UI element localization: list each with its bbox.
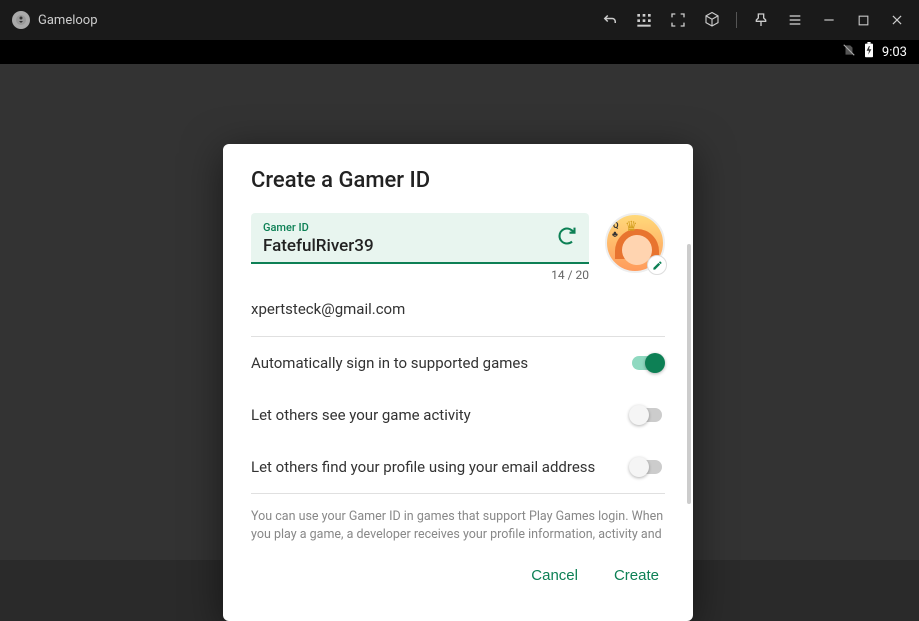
minimize-icon[interactable] xyxy=(819,10,839,30)
toggle-find-by-email: Let others find your profile using your … xyxy=(251,441,665,493)
email: xpertsteck@gmail.com xyxy=(251,282,665,336)
gamer-id-input-wrap: Gamer ID FatefulRiver39 14 / 20 xyxy=(251,213,589,282)
toggle-auto-signin: Automatically sign in to supported games xyxy=(251,337,665,389)
app-logo-icon xyxy=(12,11,30,29)
maximize-icon[interactable] xyxy=(853,10,873,30)
toggle-activity-visible: Let others see your game activity xyxy=(251,389,665,441)
keyboard-icon[interactable] xyxy=(634,10,654,30)
refresh-icon[interactable] xyxy=(557,226,577,250)
toggle-label: Automatically sign in to supported games xyxy=(251,354,528,372)
toggle-find-email-switch[interactable] xyxy=(629,457,665,477)
no-sim-icon xyxy=(842,43,856,61)
clock: 9:03 xyxy=(882,45,907,60)
char-counter: 14 / 20 xyxy=(251,268,589,282)
statusbar: 9:03 xyxy=(0,40,919,64)
dialog-actions: Cancel Create xyxy=(251,567,665,584)
menu-icon[interactable] xyxy=(785,10,805,30)
toggle-activity-switch[interactable] xyxy=(629,405,665,425)
gamer-id-row: Gamer ID FatefulRiver39 14 / 20 ♛ Q ♣ xyxy=(251,213,665,282)
gamer-id-label: Gamer ID xyxy=(263,221,577,234)
toggle-label: Let others find your profile using your … xyxy=(251,458,595,476)
titlebar-controls xyxy=(600,10,907,30)
pin-icon[interactable] xyxy=(751,10,771,30)
divider xyxy=(736,12,737,28)
titlebar-left: Gameloop xyxy=(12,11,98,29)
avatar-wrap: ♛ Q ♣ xyxy=(605,213,665,273)
content-area: Create a Gamer ID Gamer ID FatefulRiver3… xyxy=(0,64,919,560)
create-button[interactable]: Create xyxy=(614,567,659,584)
close-icon[interactable] xyxy=(887,10,907,30)
back-icon[interactable] xyxy=(600,10,620,30)
app-name: Gameloop xyxy=(38,13,98,28)
toggle-label: Let others see your game activity xyxy=(251,406,471,424)
titlebar: Gameloop xyxy=(0,0,919,40)
toggle-auto-signin-switch[interactable] xyxy=(629,353,665,373)
fullscreen-icon[interactable] xyxy=(668,10,688,30)
dialog-title: Create a Gamer ID xyxy=(251,168,665,193)
help-text: You can use your Gamer ID in games that … xyxy=(251,508,665,543)
separator xyxy=(251,493,665,494)
scrollbar[interactable] xyxy=(687,244,691,504)
edit-avatar-icon[interactable] xyxy=(647,255,667,275)
create-gamer-id-dialog: Create a Gamer ID Gamer ID FatefulRiver3… xyxy=(223,144,693,621)
cancel-button[interactable]: Cancel xyxy=(531,567,578,584)
gamer-id-input[interactable]: Gamer ID FatefulRiver39 xyxy=(251,213,589,264)
battery-icon xyxy=(864,42,874,62)
cube-icon[interactable] xyxy=(702,10,722,30)
gamer-id-value: FatefulRiver39 xyxy=(263,236,577,256)
